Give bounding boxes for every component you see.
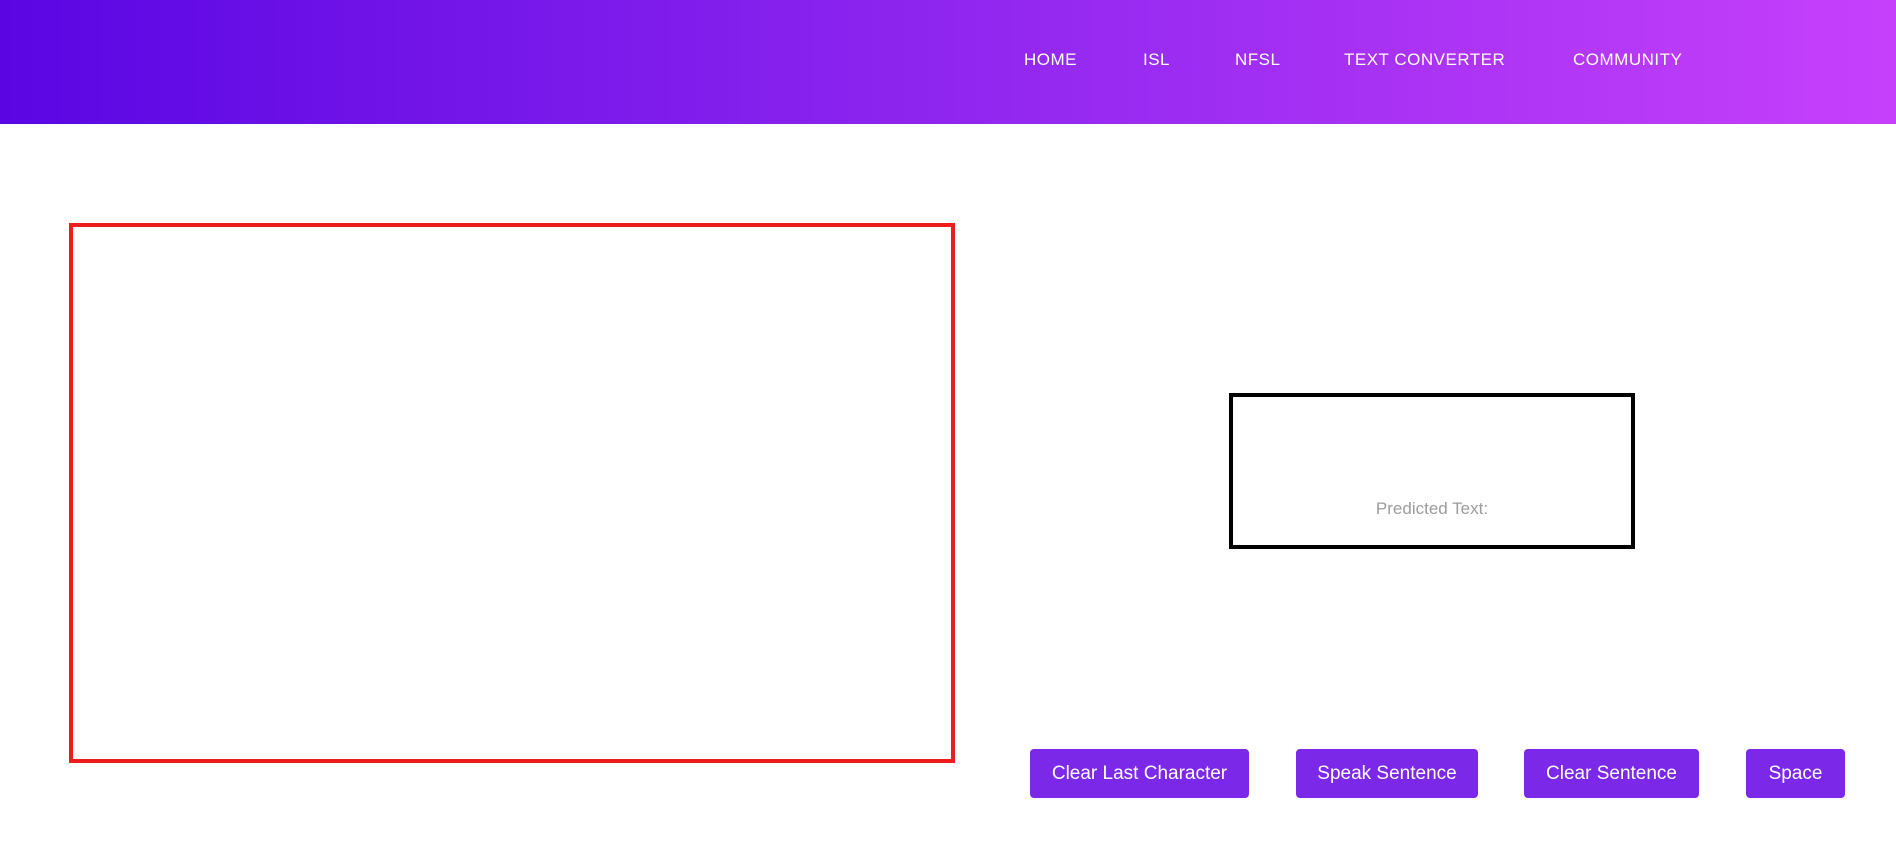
camera-feed-frame	[69, 223, 955, 763]
nav-home-link[interactable]: HOME	[1024, 50, 1077, 70]
speak-sentence-button[interactable]: Speak Sentence	[1296, 749, 1478, 798]
predicted-text-label: Predicted Text:	[1375, 499, 1489, 518]
nav-nfsl-link[interactable]: NFSL	[1235, 50, 1280, 70]
nav-community-link[interactable]: COMMUNITY	[1573, 50, 1682, 70]
space-button[interactable]: Space	[1746, 749, 1845, 798]
clear-sentence-button[interactable]: Clear Sentence	[1524, 749, 1699, 798]
nav-text-converter-link[interactable]: TEXT CONVERTER	[1344, 50, 1505, 70]
top-navbar: HOME ISL NFSL TEXT CONVERTER COMMUNITY	[0, 0, 1896, 124]
nav-isl-link[interactable]: ISL	[1143, 50, 1170, 70]
predicted-text-box: Predicted Text:	[1229, 393, 1635, 549]
clear-last-character-button[interactable]: Clear Last Character	[1030, 749, 1249, 798]
